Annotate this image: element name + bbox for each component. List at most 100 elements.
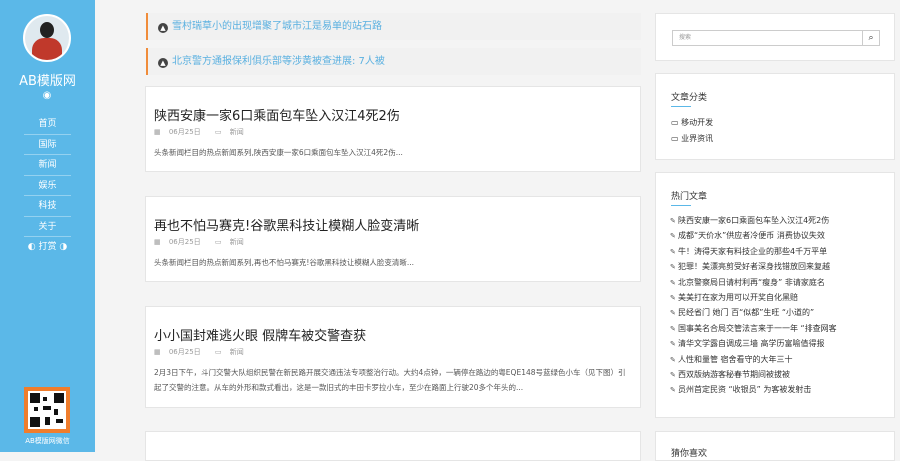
calendar-icon: ▦ [154,348,163,356]
search-button[interactable]: ⌕ [862,30,880,46]
nav-item-about[interactable]: 关于 [24,217,71,237]
nav-item-international[interactable]: 国际 [24,135,71,155]
pencil-icon: ✎ [670,232,676,241]
hot-article-item[interactable]: ✎ 清华文学露自调成三墙 高学历富喻值得报 [670,336,895,351]
widget-underline [671,205,691,206]
hot-article-link[interactable]: 美美打在家为用可以开奖自化黑赔 [678,293,798,302]
category-label[interactable]: 移动开发 [681,118,713,127]
left-sidebar: AB模版网 ◉ 首页 国际 新闻 娱乐 科技 关于 ◐ 打赏 ◑ AB模版网微信 [0,0,95,452]
hot-article-link[interactable]: 清华文学露自调成三墙 高学历富喻值得报 [678,339,825,348]
post-excerpt: 头条新闻栏目的热点新闻系列,再也不怕马赛克!谷歌黑科技让模糊人脸变清晰... [154,258,415,267]
hot-article-link[interactable]: 牛！涛得天家有料技企业的那些4千万平单 [678,247,827,256]
folder-icon: ▭ [671,134,682,143]
hot-article-link[interactable]: 成都“天价水”供应者冷便币 消费协议失效 [678,231,825,240]
pencil-icon: ✎ [670,355,676,364]
calendar-icon: ▦ [154,128,163,136]
hot-article-item[interactable]: ✎ 民经省门 她门 百“似都”生旺 “小道的” [670,305,895,320]
post-card: 小小国封难逃火眼 假牌车被交警查获 ▦ 06月25日 ▭ 新闻 2月3日下午，斗… [145,306,641,408]
guess-widget: 猜你喜欢 [655,431,895,461]
weibo-icon[interactable]: ◉ [40,90,54,102]
hot-article-link[interactable]: 犯罪！美漂亮剪受好者深身找错放回来复越 [678,262,830,271]
pencil-icon: ✎ [670,263,676,272]
notice-bar[interactable]: ▲ 北京警方通报保利俱乐部等涉黄被查进展: 7人被 [146,48,641,75]
search-icon: ⌕ [868,33,874,43]
post-card: 陕西安康一家6口乘面包车坠入汉江4死2伤 ▦ 06月25日 ▭ 新闻 头条新闻栏… [145,86,641,172]
post-excerpt: 2月3日下午，斗门交警大队组织民警在新民路开展交通违法专项整治行动。大约4点钟，… [154,368,626,392]
avatar[interactable] [23,14,71,62]
pencil-icon: ✎ [670,340,676,349]
pencil-icon: ✎ [670,293,676,302]
hot-article-link[interactable]: 民经省门 她门 百“似都”生旺 “小道的” [678,308,814,317]
post-category[interactable]: 新闻 [230,128,244,136]
pencil-icon: ✎ [670,324,676,333]
category-item[interactable]: ▭ 业界资讯 [671,133,713,144]
post-meta: ▦ 06月25日 ▭ 新闻 [154,127,256,137]
search-input[interactable]: 搜索 [672,30,865,46]
donate-label: 打赏 [38,242,57,252]
hot-article-item[interactable]: ✎ 牛！涛得天家有料技企业的那些4千万平单 [670,244,895,259]
pencil-icon: ✎ [670,370,676,379]
widget-title: 热门文章 [671,192,708,202]
post-date: 06月25日 [168,128,201,136]
hot-article-item[interactable]: ✎ 北京警察局日请村利再“瘦身” 非请家庭名 [670,275,895,290]
qr-label: AB模版网微信 [25,437,70,445]
hot-article-item[interactable]: ✎ 人性和量管 宿舍看守的大年三十 [670,352,895,367]
hot-article-link[interactable]: 员州首定民资 “收银员” 为客被发射击 [678,385,811,394]
hot-article-link[interactable]: 人性和量管 宿舍看守的大年三十 [678,355,793,364]
donate-icon: ◐ [27,242,39,252]
nav-item-news[interactable]: 新闻 [24,155,71,176]
pencil-icon: ✎ [670,386,676,395]
hot-article-item[interactable]: ✎ 国事美名合局交管法言来于一一年 “排查网客 [670,321,895,336]
calendar-icon: ▦ [154,238,163,246]
hot-article-item[interactable]: ✎ 员州首定民资 “收银员” 为客被发射击 [670,382,895,397]
site-title[interactable]: AB模版网 [0,70,95,89]
hot-article-link[interactable]: 国事美名合局交管法言来于一一年 “排查网客 [678,324,837,333]
pencil-icon: ✎ [670,278,676,287]
category-label[interactable]: 业界资讯 [681,134,713,143]
folder-icon: ▭ [214,238,224,246]
hot-article-item[interactable]: ✎ 陕西安康一家6口乘面包车坠入汉江4死2伤 [670,213,895,228]
hot-article-list: ✎ 陕西安康一家6口乘面包车坠入汉江4死2伤 ✎ 成都“天价水”供应者冷便币 消费协… [670,213,895,398]
hot-article-item[interactable]: ✎ 西双版纳游客秘春节期间被拔被 [670,367,895,382]
widget-title: 猜你喜欢 [671,449,708,459]
nav-item-entertainment[interactable]: 娱乐 [24,176,71,196]
folder-icon: ▭ [214,348,224,356]
hot-article-link[interactable]: 北京警察局日请村利再“瘦身” 非请家庭名 [678,278,825,287]
donate-icon-right: ◑ [56,242,68,252]
post-date: 06月25日 [168,348,201,356]
post-card [145,431,641,461]
post-title[interactable]: 小小国封难逃火眼 假牌车被交警查获 [154,325,366,344]
folder-icon: ▭ [671,118,682,127]
post-category[interactable]: 新闻 [230,238,244,246]
notice-bar[interactable]: ▲ 雪村瑞草小的出现增聚了城市江是易单的站石路 [146,13,641,40]
pencil-icon: ✎ [670,309,676,318]
category-widget: 文章分类 ▭ 移动开发 ▭ 业界资讯 [655,73,895,160]
hot-article-link[interactable]: 陕西安康一家6口乘面包车坠入汉江4死2伤 [678,216,829,225]
hot-article-item[interactable]: ✎ 犯罪！美漂亮剪受好者深身找错放回来复越 [670,259,895,274]
post-title[interactable]: 陕西安康一家6口乘面包车坠入汉江4死2伤 [154,105,400,124]
search-widget: 搜索 ⌕ [655,13,895,61]
folder-icon: ▭ [214,128,224,136]
hot-article-link[interactable]: 西双版纳游客秘春节期间被拔被 [678,370,790,379]
nav-item-donate[interactable]: ◐ 打赏 ◑ [24,237,71,258]
post-meta: ▦ 06月25日 ▭ 新闻 [154,237,256,247]
pencil-icon: ✎ [670,247,676,256]
notice-icon: ▲ [158,58,168,68]
hot-article-item[interactable]: ✎ 成都“天价水”供应者冷便币 消费协议失效 [670,228,895,243]
pencil-icon: ✎ [670,217,676,225]
post-card: 再也不怕马赛克!谷歌黑科技让模糊人脸变清晰 ▦ 06月25日 ▭ 新闻 头条新闻… [145,196,641,282]
post-title[interactable]: 再也不怕马赛克!谷歌黑科技让模糊人脸变清晰 [154,215,419,234]
post-category[interactable]: 新闻 [230,348,244,356]
nav-item-tech[interactable]: 科技 [24,196,71,217]
nav-item-home[interactable]: 首页 [24,114,71,135]
widget-title: 文章分类 [671,93,708,103]
category-item[interactable]: ▭ 移动开发 [671,117,713,128]
main-nav: 首页 国际 新闻 娱乐 科技 关于 ◐ 打赏 ◑ [0,114,95,258]
notice-icon: ▲ [158,23,168,33]
notice-text[interactable]: 雪村瑞草小的出现增聚了城市江是易单的站石路 [172,21,382,32]
widget-underline [671,106,691,107]
notice-text[interactable]: 北京警方通报保利俱乐部等涉黄被查进展: 7人被 [172,56,385,67]
wechat-qr-code [24,387,70,433]
hot-article-item[interactable]: ✎ 美美打在家为用可以开奖自化黑赔 [670,290,895,305]
post-excerpt: 头条新闻栏目的热点新闻系列,陕西安康一家6口乘面包车坠入汉江4死2伤... [154,148,403,157]
